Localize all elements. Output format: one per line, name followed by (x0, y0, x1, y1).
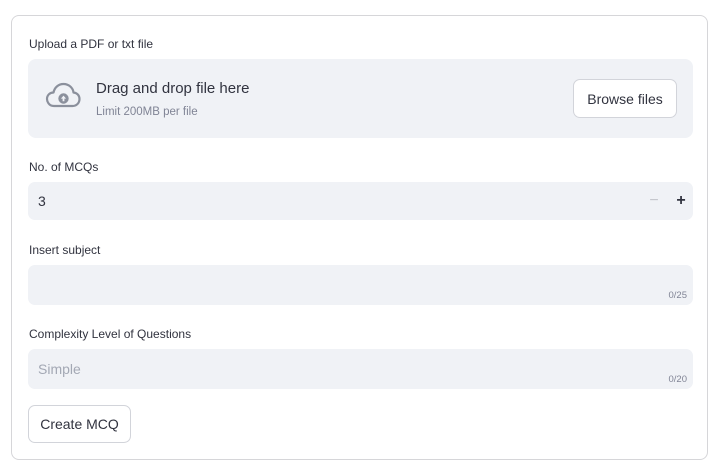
file-dropzone[interactable]: Drag and drop file here Limit 200MB per … (28, 59, 693, 138)
mcq-count-stepper[interactable]: 3 − + (28, 182, 693, 220)
dropzone-limit: Limit 200MB per file (96, 106, 198, 118)
subject-char-counter: 0/25 (668, 290, 688, 301)
browse-files-button[interactable]: Browse files (573, 79, 677, 118)
complexity-placeholder: Simple (38, 361, 81, 377)
complexity-char-counter: 0/20 (668, 374, 688, 385)
complexity-label: Complexity Level of Questions (29, 327, 192, 341)
complexity-input[interactable]: Simple 0/20 (28, 349, 693, 389)
increment-button[interactable]: + (668, 182, 694, 220)
mcq-count-label: No. of MCQs (29, 160, 99, 174)
mcq-count-value[interactable]: 3 (38, 193, 46, 209)
subject-label: Insert subject (29, 243, 101, 257)
subject-input[interactable]: 0/25 (28, 265, 693, 305)
decrement-button[interactable]: − (641, 182, 667, 220)
create-mcq-button[interactable]: Create MCQ (28, 405, 131, 443)
dropzone-title: Drag and drop file here (96, 80, 250, 97)
mcq-form: Upload a PDF or txt file Drag and drop f… (11, 15, 708, 460)
upload-label: Upload a PDF or txt file (29, 37, 154, 51)
cloud-upload-icon (45, 82, 81, 108)
